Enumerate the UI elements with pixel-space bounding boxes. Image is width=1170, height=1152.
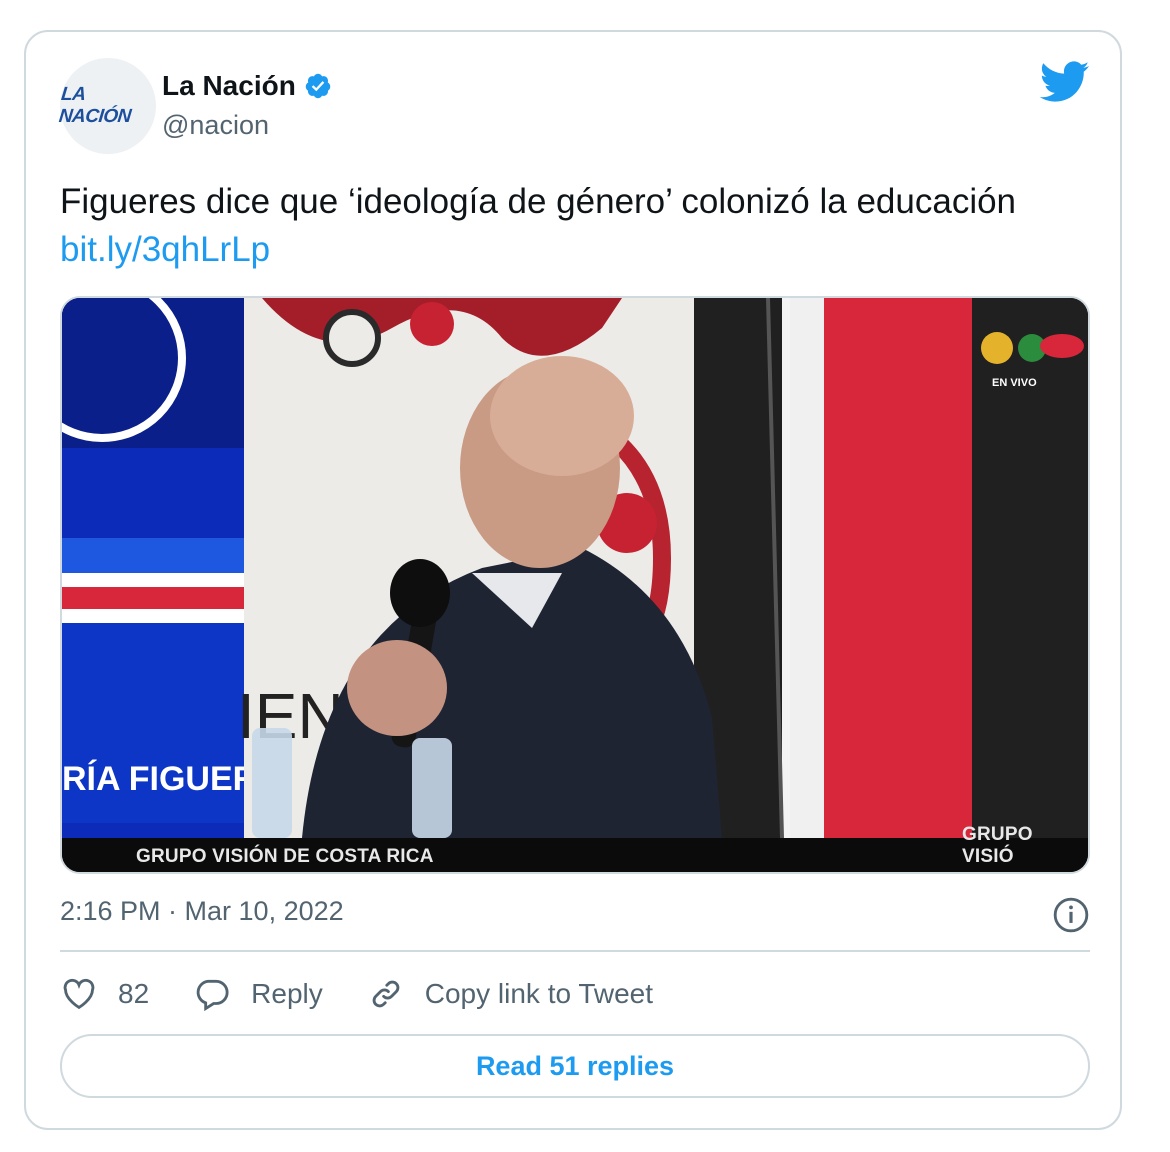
media-caption-left: GRUPO VISIÓN DE COSTA RICA (136, 846, 434, 867)
twitter-bird-icon[interactable] (1040, 60, 1090, 104)
tweet-text-body: Figueres dice que ‘ideología de género’ … (60, 182, 1017, 221)
reply-bubble-icon (196, 979, 229, 1012)
author-name-row: La Nación (162, 70, 332, 102)
reply-button[interactable]: Reply (193, 975, 323, 1013)
divider (60, 950, 1090, 952)
info-icon[interactable] (1052, 896, 1090, 934)
copy-link-button[interactable]: Copy link to Tweet (367, 975, 653, 1013)
avatar-logo-text: LA NACIÓN (57, 84, 132, 127)
link-icon (372, 980, 400, 1008)
read-replies-label: Read 51 replies (475, 1050, 675, 1081)
like-count: 82 (118, 978, 150, 1009)
copy-link-label: Copy link to Tweet (424, 978, 654, 1009)
tweet-media[interactable]: RÍA FIGUERES IENT EN VIVO GRUPO VISIÓN D… (60, 296, 1090, 874)
like-button[interactable]: 82 (60, 975, 149, 1013)
tweet-actions: 82 Reply Copy link to Tweet (60, 972, 697, 1016)
video-still: RÍA FIGUERES IENT EN VIVO (62, 298, 1088, 872)
author-handle[interactable]: @nacion (162, 110, 269, 141)
tweet-link[interactable]: bit.ly/3qhLrLp (60, 230, 270, 269)
tweet-timestamp[interactable]: 2:16 PM · Mar 10, 2022 (60, 896, 344, 927)
avatar[interactable]: LA NACIÓN (57, 58, 156, 154)
heart-icon (63, 978, 95, 1010)
tweet-text: Figueres dice que ‘ideología de género’ … (60, 178, 1090, 274)
read-replies-button[interactable]: Read 51 replies (60, 1034, 1090, 1098)
live-badge: EN VIVO (992, 377, 1037, 389)
media-caption-right: GRUPO VISIÓ (962, 824, 1033, 867)
reply-label: Reply (251, 978, 323, 1009)
tweet-card: LA NACIÓN La Nación @nacion Figueres dic… (24, 30, 1122, 1130)
verified-badge-icon (305, 73, 331, 99)
display-name[interactable]: La Nación (162, 70, 296, 102)
